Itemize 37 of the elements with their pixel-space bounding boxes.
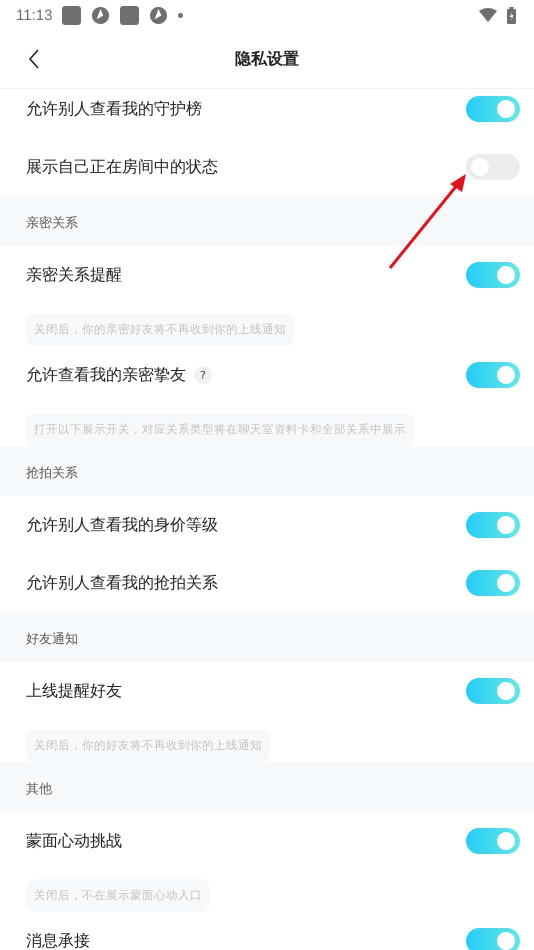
help-icon[interactable]: ? xyxy=(194,366,212,384)
toggle-switch[interactable] xyxy=(466,262,520,288)
page-title: 隐私设置 xyxy=(235,48,299,70)
setting-label: 亲密关系提醒 xyxy=(26,264,122,286)
notification-icon xyxy=(62,6,82,24)
notification-icon xyxy=(120,6,140,24)
section-header: 好友通知 xyxy=(0,612,534,662)
setting-label: 允许别人查看我的身价等级 xyxy=(26,514,218,536)
hint-text: 关闭后，你的好友将不再收到你的上线通知 xyxy=(26,729,270,762)
toggle-switch[interactable] xyxy=(466,678,520,704)
section-header: 亲密关系 xyxy=(0,196,534,246)
hint-text: 关闭后，不在展示蒙面心动入口 xyxy=(26,879,210,912)
back-icon[interactable] xyxy=(28,49,40,69)
toggle-switch[interactable] xyxy=(466,928,520,950)
setting-label: 消息承接 xyxy=(26,930,90,950)
wifi-icon xyxy=(479,8,497,22)
toggle-switch[interactable] xyxy=(466,362,520,388)
setting-label: 允许别人查看我的守护榜 xyxy=(26,98,202,120)
toggle-switch[interactable] xyxy=(466,512,520,538)
aperture-icon xyxy=(149,6,168,24)
hint-text: 关闭后，你的亲密好友将不再收到你的上线通知 xyxy=(26,313,294,346)
hint-text: 打开以下展示开关，对应关系类型将在聊天室资料卡和全部关系中展示 xyxy=(26,413,414,446)
toggle-switch[interactable] xyxy=(466,570,520,596)
battery-icon xyxy=(507,6,516,24)
toggle-switch[interactable] xyxy=(466,96,520,122)
setting-label: 上线提醒好友 xyxy=(26,680,122,702)
dot-icon xyxy=(178,12,184,18)
toggle-switch[interactable] xyxy=(466,828,520,854)
section-header: 抢拍关系 xyxy=(0,446,534,496)
aperture-icon xyxy=(91,6,110,24)
section-header: 其他 xyxy=(0,762,534,812)
status-time: 11:13 xyxy=(16,6,52,24)
setting-label: 允许别人查看我的抢拍关系 xyxy=(26,572,218,594)
toggle-switch[interactable] xyxy=(466,154,520,180)
setting-label: 蒙面心动挑战 xyxy=(26,830,122,852)
setting-label: 展示自己正在房间中的状态 xyxy=(26,156,218,178)
setting-label: 允许查看我的亲密挚友 xyxy=(26,364,186,386)
